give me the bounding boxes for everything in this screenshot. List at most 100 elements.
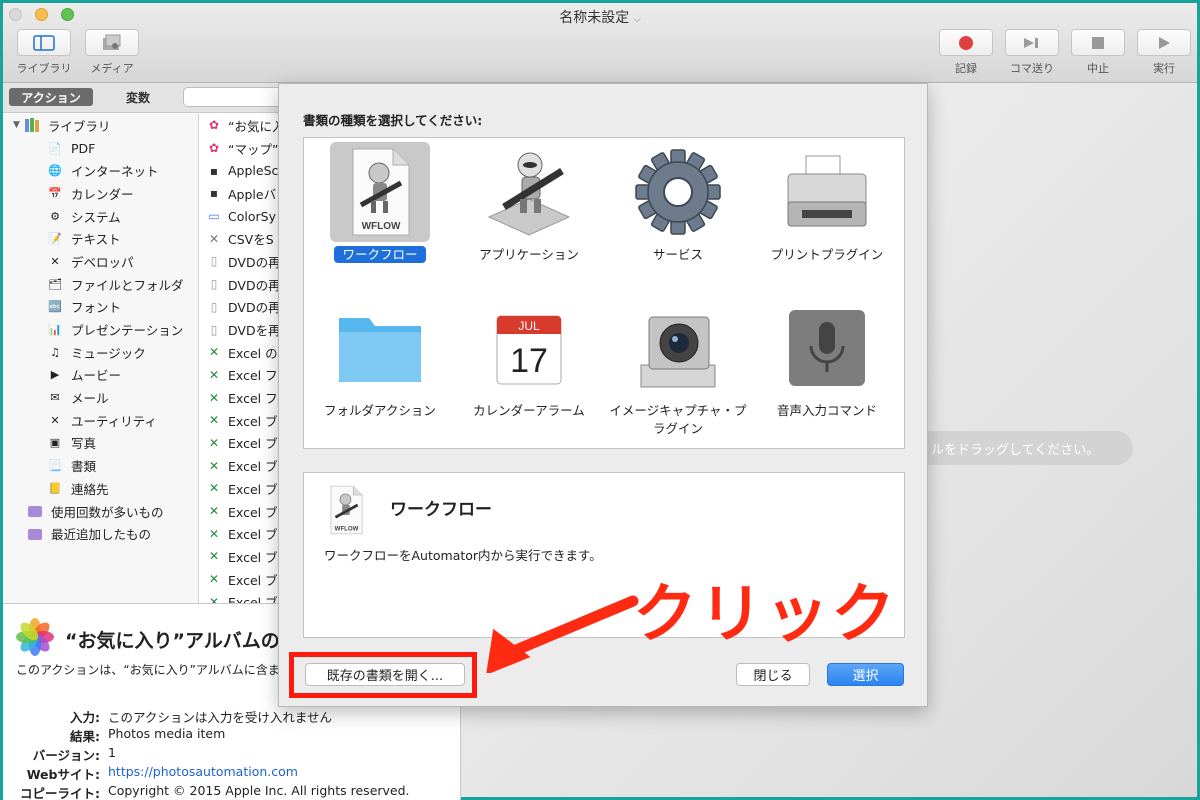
library-category-icon: ✕ xyxy=(50,413,60,427)
smart-folder-icon xyxy=(27,503,43,519)
library-item-label: インターネット xyxy=(71,164,159,180)
metadata-value: 1 xyxy=(108,745,116,760)
type-print-plugin[interactable]: プリントプラグイン xyxy=(756,142,898,264)
action-item-label: Excel ブ xyxy=(228,595,278,603)
action-item[interactable]: ▯ DVDの再 xyxy=(200,250,278,273)
type-service[interactable]: サービス xyxy=(607,142,749,264)
action-item-label: CSVをS xyxy=(228,232,274,248)
library-item[interactable]: ⚙ システム xyxy=(3,205,198,228)
library-item[interactable]: ✕ デベロッパ xyxy=(3,250,198,273)
metadata-key: 入力: xyxy=(70,710,100,725)
action-item[interactable]: ▪ Appleバ xyxy=(200,182,278,205)
action-item-label: “マップ” xyxy=(228,141,278,157)
action-item[interactable]: ▯ DVDの再 xyxy=(200,296,278,319)
type-info-title: ワークフロー xyxy=(390,500,492,520)
type-image-capture-plugin[interactable]: イメージキャプチャ・プラグイン xyxy=(607,298,749,438)
excel-icon: ✕ xyxy=(208,435,220,450)
library-item[interactable]: 🗂 ファイルとフォルダ xyxy=(3,273,198,296)
step-button[interactable] xyxy=(1005,29,1059,56)
action-item-label: DVDの再 xyxy=(228,254,278,270)
action-item[interactable]: ▪ AppleSc xyxy=(200,159,278,182)
library-item[interactable]: 📅 カレンダー xyxy=(3,182,198,205)
excel-icon: ✕ xyxy=(208,504,220,519)
library-root[interactable]: ▼ ライブラリ xyxy=(3,114,198,137)
stop-button[interactable] xyxy=(1071,29,1125,56)
library-item[interactable]: ▶ ムービー xyxy=(3,364,198,387)
library-item-label: プレゼンテーション xyxy=(71,323,184,339)
variables-tab[interactable]: 変数 xyxy=(103,88,173,106)
tools-icon: ✕ xyxy=(208,231,220,246)
action-item[interactable]: ✕ Excel の xyxy=(200,341,278,364)
smart-group-item[interactable]: 最近追加したもの xyxy=(3,522,198,545)
action-item[interactable]: ✕ Excel ブ xyxy=(200,590,278,603)
type-label: 音声入力コマンド xyxy=(776,403,877,418)
type-calendar-alarm[interactable]: JUL 17 カレンダーアラーム xyxy=(458,298,600,420)
action-item[interactable]: ▯ DVDの再 xyxy=(200,273,278,296)
action-item[interactable]: ✕ Excel フ xyxy=(200,386,278,409)
library-item[interactable]: 📄 PDF xyxy=(3,137,198,160)
play-icon xyxy=(1159,36,1170,49)
library-toggle-button[interactable] xyxy=(17,29,71,56)
action-item[interactable]: ✕ Excel ブ xyxy=(200,522,278,545)
library-item[interactable]: ✉ メール xyxy=(3,386,198,409)
record-button[interactable] xyxy=(939,29,993,56)
disclosure-triangle-icon[interactable]: ▼ xyxy=(13,120,20,130)
run-button[interactable] xyxy=(1137,29,1191,56)
actions-tab[interactable]: アクション xyxy=(9,88,93,106)
library-item[interactable]: ✕ ユーティリティ xyxy=(3,409,198,432)
stop-icon xyxy=(1092,36,1104,49)
action-item[interactable]: ▯ DVDを再 xyxy=(200,318,278,341)
smart-group-label: 最近追加したもの xyxy=(51,527,152,543)
library-item[interactable]: 📊 プレゼンテーション xyxy=(3,318,198,341)
action-item[interactable]: ✿ “お気に入 xyxy=(200,114,278,137)
library-item[interactable]: 🌐 インターネット xyxy=(3,159,198,182)
action-item[interactable]: ▭ ColorSy xyxy=(200,205,278,228)
search-input[interactable] xyxy=(183,87,283,107)
type-label: サービス xyxy=(652,247,703,262)
type-workflow[interactable]: WFLOW ワークフロー xyxy=(309,142,451,264)
media-button[interactable] xyxy=(85,29,139,56)
library-item-label: デベロッパ xyxy=(71,254,134,270)
excel-icon: ✕ xyxy=(208,481,220,496)
library-category-icon: 🔤 xyxy=(48,300,62,314)
action-item[interactable]: ✕ Excel ブ xyxy=(200,454,278,477)
library-item[interactable]: 📃 書類 xyxy=(3,454,198,477)
type-label: カレンダーアラーム xyxy=(473,403,585,418)
smart-group-label: 使用回数が多いもの xyxy=(51,504,164,520)
action-item[interactable]: ✕ Excel ブ xyxy=(200,477,278,500)
metadata-row: 入力: このアクションは入力を受け入れません xyxy=(3,707,332,725)
smart-groups: 使用回数が多いもの 最近追加したもの xyxy=(3,500,198,545)
type-application[interactable]: アプリケーション xyxy=(458,142,600,264)
action-item[interactable]: ✕ Excel ブ xyxy=(200,409,278,432)
action-item[interactable]: ✕ Excel ブ xyxy=(200,545,278,568)
window-title[interactable]: 名称未設定 ⌵ xyxy=(3,7,1197,27)
excel-icon: ✕ xyxy=(208,572,220,587)
type-dictation-command[interactable]: 音声入力コマンド xyxy=(756,298,898,420)
smart-folder-icon xyxy=(27,526,43,542)
website-link[interactable]: https://photosautomation.com xyxy=(108,764,298,782)
action-item[interactable]: ✕ Excel ブ xyxy=(200,432,278,455)
action-item[interactable]: ✕ Excel ブ xyxy=(200,568,278,591)
library-item[interactable]: 📝 テキスト xyxy=(3,227,198,250)
library-item[interactable]: ♫ ミュージック xyxy=(3,341,198,364)
svg-text:17: 17 xyxy=(510,342,548,380)
action-item[interactable]: ✕ CSVをS xyxy=(200,227,278,250)
metadata-row: コピーライト: Copyright © 2015 Apple Inc. All r… xyxy=(3,783,410,800)
action-item[interactable]: ✕ Excel フ xyxy=(200,364,278,387)
library-item[interactable]: 🔤 フォント xyxy=(3,296,198,319)
action-item[interactable]: ✕ Excel ブ xyxy=(200,500,278,523)
close-button[interactable]: 閉じる xyxy=(736,663,810,686)
action-item[interactable]: ✿ “マップ” xyxy=(200,137,278,160)
smart-group-item[interactable]: 使用回数が多いもの xyxy=(3,500,198,523)
metadata-row: Webサイト: https://photosautomation.com xyxy=(3,764,298,782)
library-item[interactable]: 📒 連絡先 xyxy=(3,477,198,500)
library-item[interactable]: ▣ 写真 xyxy=(3,432,198,455)
dvd-icon: ▯ xyxy=(210,254,218,269)
dvd-icon: ▯ xyxy=(210,277,218,292)
library-item-label: メール xyxy=(71,391,109,407)
type-folder-action[interactable]: フォルダアクション xyxy=(309,298,451,420)
automator-window: 名称未設定 ⌵ ライブラリ メディア 記録 コマ送り 中止 実行 アクション 変数 xyxy=(0,0,1200,800)
excel-icon: ✕ xyxy=(208,594,220,603)
sheet-prompt: 書類の種類を選択してください: xyxy=(303,113,483,128)
select-button[interactable]: 選択 xyxy=(827,663,904,686)
